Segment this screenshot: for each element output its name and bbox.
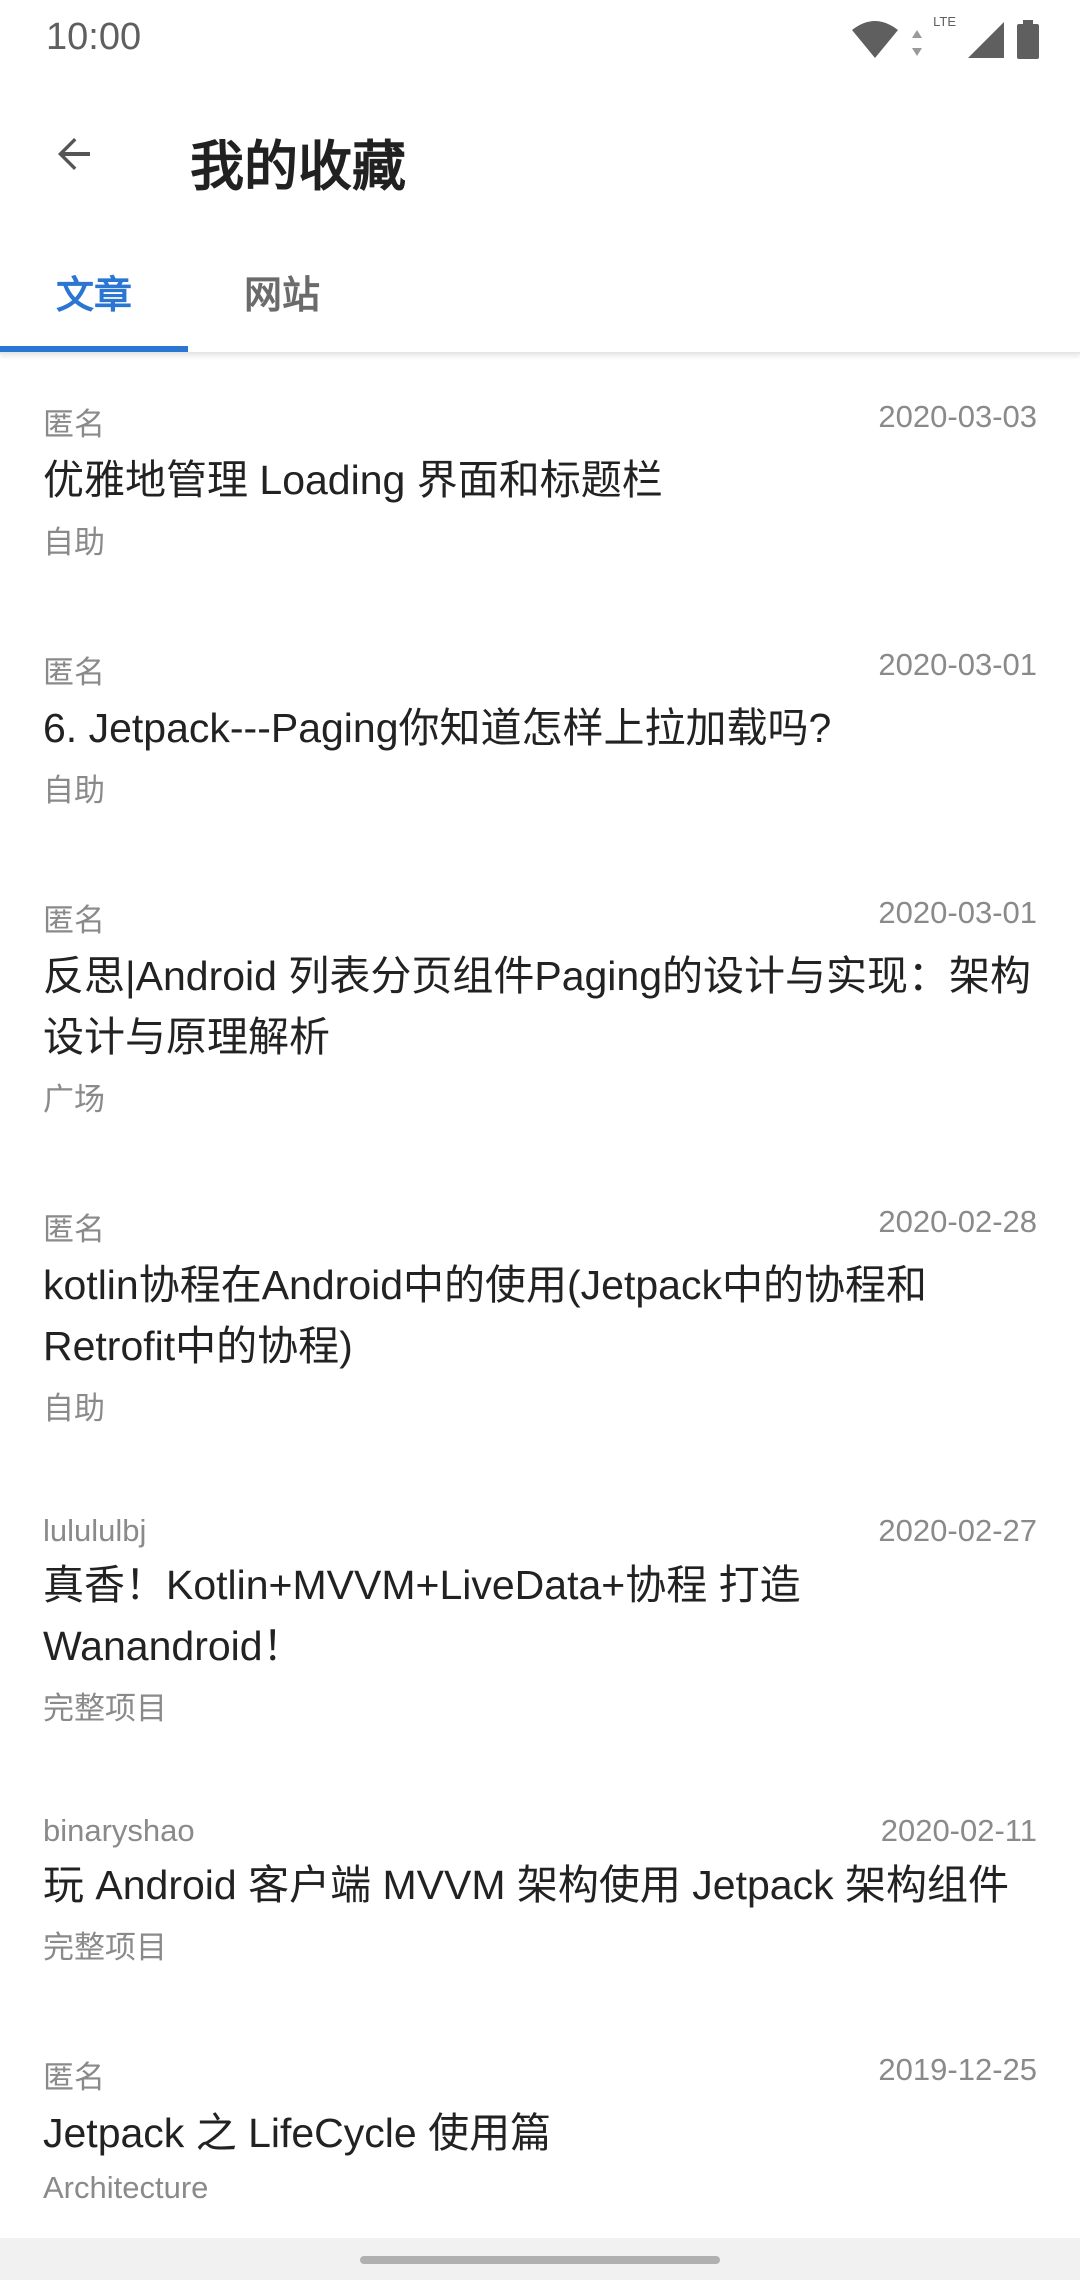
list-item[interactable]: 匿名 2020-03-01 反思|Android 列表分页组件Paging的设计与… [0, 850, 1080, 1159]
list-item[interactable]: 匿名 2020-02-28 kotlin协程在Android中的使用(Jetpac… [0, 1159, 1080, 1468]
date-label: 2020-02-11 [880, 1813, 1037, 1848]
author-label: 匿名 [43, 2060, 105, 2095]
status-time: 10:00 [46, 16, 142, 58]
article-title: 6. Jetpack---Paging你知道怎样上拉加载吗? [43, 705, 832, 751]
arrow-back-icon [58, 138, 90, 170]
lte-label: LTE [933, 14, 956, 29]
article-title: kotlin协程在Android中的使用(Jetpack中的协程和Retrofi… [43, 1262, 927, 1369]
chapter-label: 广场 [43, 1082, 105, 1117]
chapter-label: Architecture [43, 2170, 209, 2205]
app-bar: 我的收藏 [0, 80, 1080, 230]
page-title: 我的收藏 [190, 137, 406, 197]
data-arrows-icon [912, 30, 922, 56]
lte-icon: LTE [910, 14, 956, 60]
list-item[interactable]: 匿名 2020-03-01 6. Jetpack---Paging你知道怎样上拉加… [0, 602, 1080, 850]
chapter-label: 完整项目 [43, 1691, 167, 1726]
list-item[interactable]: lulululbj 2020-02-27 真香！Kotlin+MVVM+LiveD… [0, 1468, 1080, 1768]
date-label: 2020-02-27 [878, 1513, 1037, 1548]
author-label: 匿名 [43, 407, 105, 442]
article-title: 优雅地管理 Loading 界面和标题栏 [43, 457, 663, 503]
list-item[interactable]: 匿名 2020-03-03 优雅地管理 Loading 界面和标题栏 自助 [0, 354, 1080, 602]
date-label: 2020-03-03 [878, 399, 1037, 434]
home-gesture-handle[interactable] [360, 2256, 720, 2264]
tab-indicator [0, 346, 188, 352]
author-label: binaryshao [43, 1813, 195, 1848]
chapter-label: 自助 [43, 525, 105, 560]
battery-icon [1017, 20, 1039, 59]
tab-articles[interactable]: 文章 [0, 230, 188, 352]
author-label: 匿名 [43, 903, 105, 938]
article-list: 匿名 2020-03-03 优雅地管理 Loading 界面和标题栏 自助 匿名 2… [0, 354, 1080, 2246]
author-label: lulululbj [43, 1513, 147, 1548]
date-label: 2020-02-28 [878, 1204, 1037, 1239]
navigation-bar [0, 2238, 1080, 2280]
date-label: 2020-03-01 [878, 895, 1037, 930]
back-button[interactable] [30, 110, 118, 198]
list-item[interactable]: 匿名 2019-12-25 Jetpack 之 LifeCycle 使用篇 Arc… [0, 2007, 1080, 2246]
tab-websites[interactable]: 网站 [188, 230, 376, 352]
tab-bar: 文章 网站 [0, 230, 1080, 354]
author-label: 匿名 [43, 1212, 105, 1247]
status-icons: LTE [850, 14, 1040, 62]
wifi-icon [852, 21, 898, 58]
article-title: 反思|Android 列表分页组件Paging的设计与实现：架构设计与原理解析 [43, 953, 1032, 1060]
author-label: 匿名 [43, 655, 105, 690]
article-title: Jetpack 之 LifeCycle 使用篇 [43, 2110, 552, 2156]
list-item[interactable]: binaryshao 2020-02-11 玩 Android 客户端 MVVM … [0, 1768, 1080, 2007]
chapter-label: 完整项目 [43, 1930, 167, 1965]
date-label: 2019-12-25 [878, 2052, 1037, 2087]
article-title: 真香！Kotlin+MVVM+LiveData+协程 打造 Wanandroid… [43, 1562, 801, 1669]
article-title: 玩 Android 客户端 MVVM 架构使用 Jetpack 架构组件 [43, 1862, 1009, 1908]
chapter-label: 自助 [43, 1391, 105, 1426]
date-label: 2020-03-01 [878, 647, 1037, 682]
signal-icon [968, 22, 1004, 58]
chapter-label: 自助 [43, 773, 105, 808]
status-bar: 10:00 LTE [0, 0, 1080, 80]
